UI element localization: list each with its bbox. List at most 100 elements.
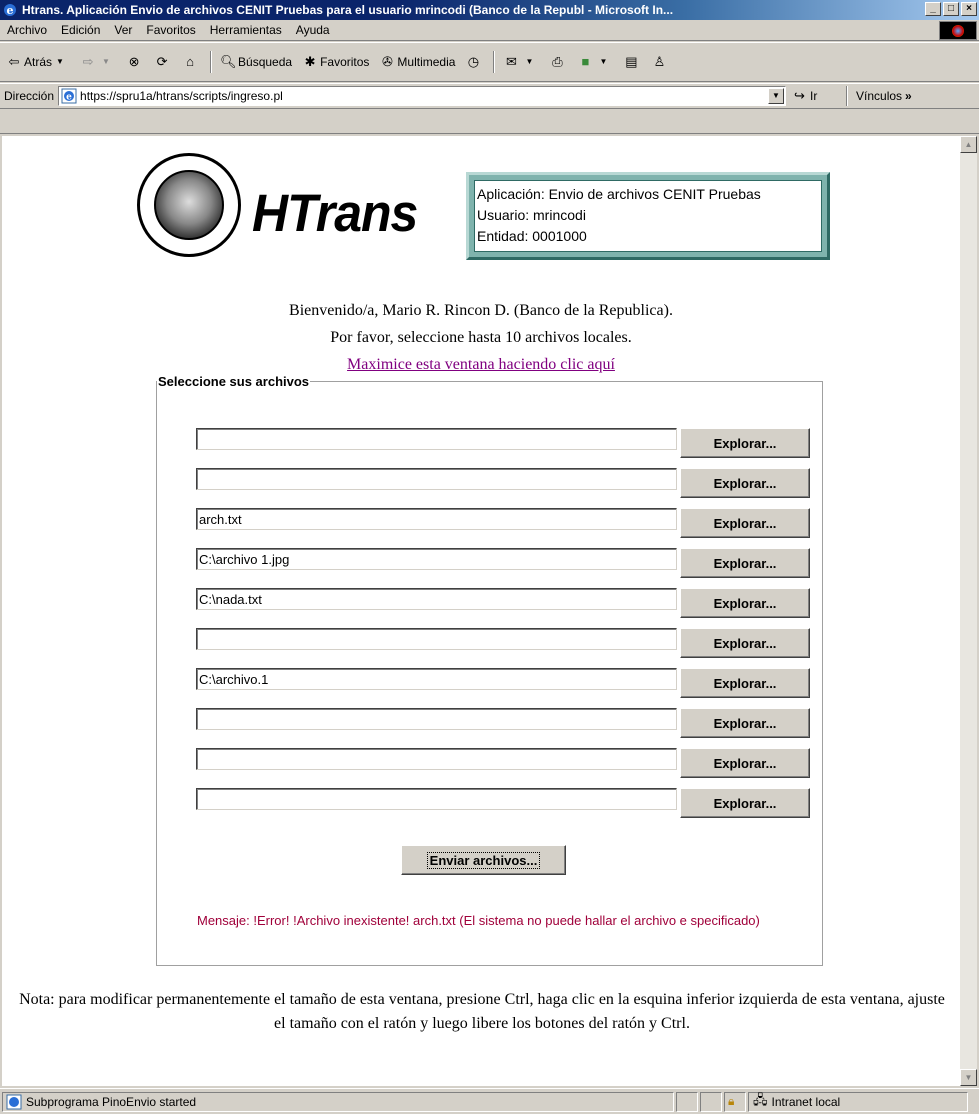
print-icon: ⎙	[552, 54, 563, 69]
chevron-down-icon: ▼	[102, 57, 110, 66]
title-bar[interactable]: e Htrans. Aplicación Envio de archivos C…	[0, 0, 979, 20]
standard-toolbar: ⇦ Atrás ▼ ⇨ ▼ ⊗ ⟳ ⌂ 🔍︎ Búsqueda ✱ Favori…	[0, 42, 979, 82]
menu-ayuda[interactable]: Ayuda	[289, 23, 337, 37]
back-arrow-icon: ⇦	[8, 54, 20, 69]
scroll-up-icon[interactable]: ▲	[960, 136, 977, 153]
file-path-input[interactable]	[196, 748, 677, 770]
messenger-button[interactable]: ♙	[651, 54, 669, 70]
browse-button[interactable]: Explorar...	[680, 428, 810, 458]
status-progress-panel	[676, 1091, 698, 1112]
file-path-input[interactable]	[196, 668, 677, 690]
address-dropdown-icon[interactable]: ▼	[768, 88, 785, 104]
resize-note: Nota: para modificar permanentemente el …	[19, 991, 945, 1032]
browse-button[interactable]: Explorar...	[680, 588, 810, 618]
htrans-logo: HTrans	[252, 183, 418, 243]
ie-throbber-icon	[939, 21, 977, 40]
file-path-input[interactable]	[196, 468, 677, 490]
address-input[interactable]: e https://spru1a/htrans/scripts/ingreso.…	[58, 86, 787, 106]
refresh-button[interactable]: ⟳	[154, 54, 172, 70]
ie-page-icon	[6, 1094, 22, 1109]
close-button[interactable]: ×	[961, 2, 977, 16]
scroll-down-icon[interactable]: ▼	[960, 1069, 977, 1086]
home-icon: ⌂	[186, 54, 194, 69]
menu-favoritos[interactable]: Favoritos	[139, 23, 202, 37]
search-button[interactable]: 🔍︎ Búsqueda	[220, 54, 292, 70]
send-files-label: Enviar archivos...	[426, 851, 541, 869]
favorites-button[interactable]: ✱ Favoritos	[302, 54, 370, 70]
file-row: Explorar...	[196, 668, 810, 698]
error-message: Mensaje: !Error! !Archivo inexistente! a…	[197, 913, 760, 928]
info-user: Usuario: mrincodi	[477, 207, 586, 223]
forward-button[interactable]: ⇨ ▼	[80, 54, 116, 70]
maximize-window-link[interactable]: Maximice esta ventana haciendo clic aquí	[2, 356, 960, 374]
favorites-label: Favoritos	[320, 55, 370, 69]
file-row: Explorar...	[196, 508, 810, 538]
browse-button[interactable]: Explorar...	[680, 748, 810, 778]
browse-button[interactable]: Explorar...	[680, 668, 810, 698]
edit-icon: ■	[581, 54, 590, 69]
stop-button[interactable]: ⊗	[126, 54, 144, 70]
forward-arrow-icon: ⇨	[82, 54, 94, 69]
links-button[interactable]: Vínculos	[856, 89, 902, 103]
print-button[interactable]: ⎙	[549, 54, 567, 70]
toolbar-separator	[493, 51, 496, 73]
window-title: Htrans. Aplicación Envio de archivos CEN…	[22, 3, 674, 17]
browse-button[interactable]: Explorar...	[680, 548, 810, 578]
security-zone-panel[interactable]: 🖧 Intranet local	[748, 1091, 968, 1112]
address-url: https://spru1a/htrans/scripts/ingreso.pl	[80, 89, 283, 103]
go-button[interactable]: ↪ Ir	[794, 88, 838, 104]
browse-button[interactable]: Explorar...	[680, 508, 810, 538]
ie-icon: e	[4, 4, 16, 17]
home-button[interactable]: ⌂	[182, 54, 200, 70]
seal-portrait	[154, 170, 224, 240]
multimedia-button[interactable]: ✇ Multimedia	[379, 54, 455, 70]
browse-button[interactable]: Explorar...	[680, 468, 810, 498]
security-zone-label: Intranet local	[771, 1094, 841, 1109]
messenger-icon: ♙	[653, 54, 666, 69]
send-files-button[interactable]: Enviar archivos...	[401, 845, 566, 875]
toolbar-separator	[210, 51, 213, 73]
intranet-icon: 🖧	[753, 1091, 768, 1107]
history-icon: ◷	[467, 54, 480, 69]
file-row: Explorar...	[196, 468, 810, 498]
browse-button[interactable]: Explorar...	[680, 788, 810, 818]
file-path-input[interactable]	[196, 428, 677, 450]
menu-archivo[interactable]: Archivo	[0, 23, 54, 37]
chevron-down-icon: ▼	[56, 57, 64, 66]
menu-herramientas[interactable]: Herramientas	[203, 23, 289, 37]
search-icon: 🔍︎	[220, 54, 237, 69]
status-text-panel: Subprograma PinoEnvio started	[2, 1091, 674, 1112]
chevron-down-icon: ▼	[599, 57, 608, 66]
file-path-input[interactable]	[196, 708, 677, 730]
vertical-scrollbar[interactable]: ▲ ▼	[960, 136, 977, 1086]
history-button[interactable]: ◷	[465, 54, 483, 70]
file-path-input[interactable]	[196, 628, 677, 650]
links-separator	[846, 86, 849, 106]
minimize-button[interactable]: _	[925, 2, 941, 16]
instructions-text: Por favor, seleccione hasta 10 archivos …	[330, 329, 632, 346]
go-label: Ir	[810, 89, 818, 103]
file-path-input[interactable]	[196, 508, 677, 530]
browse-button[interactable]: Explorar...	[680, 628, 810, 658]
file-path-input[interactable]	[196, 548, 677, 570]
edit-button[interactable]: ■ ▼	[577, 54, 613, 70]
browse-button[interactable]: Explorar...	[680, 708, 810, 738]
menu-ver[interactable]: Ver	[107, 23, 139, 37]
multimedia-icon: ✇	[381, 54, 393, 69]
svg-text:e: e	[7, 4, 14, 17]
maximize-button[interactable]: □	[943, 2, 959, 16]
status-bar: Subprograma PinoEnvio started 🔒︎ 🖧 Intra…	[0, 1088, 979, 1114]
file-row: Explorar...	[196, 748, 810, 778]
menu-edicion[interactable]: Edición	[54, 23, 107, 37]
back-button[interactable]: ⇦ Atrás ▼	[6, 54, 70, 70]
file-row: Explorar...	[196, 588, 810, 618]
file-row: Explorar...	[196, 708, 810, 738]
chevron-right-icon[interactable]: »	[905, 89, 912, 103]
back-label: Atrás	[24, 55, 53, 69]
file-path-input[interactable]	[196, 588, 677, 610]
mail-button[interactable]: ✉ ▼	[503, 54, 539, 70]
file-path-input[interactable]	[196, 788, 677, 810]
discuss-button[interactable]: ▤	[623, 54, 641, 70]
mail-icon: ✉	[506, 54, 517, 69]
welcome-text: Bienvenido/a, Mario R. Rincon D. (Banco …	[289, 302, 673, 319]
